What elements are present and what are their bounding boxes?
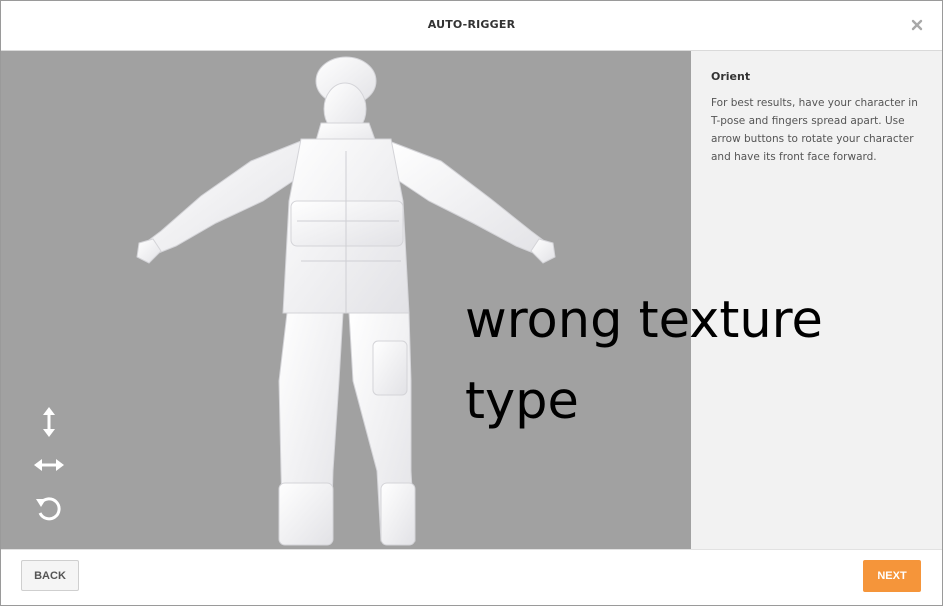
character-model — [136, 56, 556, 546]
move-vertical-button[interactable] — [32, 405, 66, 439]
rotate-button[interactable] — [32, 491, 66, 525]
move-vertical-icon — [43, 407, 55, 437]
close-icon — [911, 19, 923, 31]
close-button[interactable] — [908, 16, 926, 34]
dialog-header: AUTO-RIGGER — [1, 1, 942, 51]
next-button[interactable]: NEXT — [863, 560, 921, 592]
move-horizontal-button[interactable] — [32, 448, 66, 482]
instructions-panel: Orient For best results, have your chara… — [691, 51, 942, 549]
move-horizontal-icon — [34, 459, 64, 471]
dialog-title: AUTO-RIGGER — [427, 18, 516, 31]
3d-viewport[interactable] — [1, 51, 691, 549]
auto-rigger-dialog: AUTO-RIGGER Orient For best results, hav… — [0, 0, 943, 606]
dialog-footer: BACK NEXT — [1, 549, 942, 605]
panel-heading: Orient — [711, 70, 751, 83]
rotate-icon — [36, 497, 61, 521]
back-button[interactable]: BACK — [21, 560, 79, 591]
panel-instructions: For best results, have your character in… — [711, 97, 918, 163]
